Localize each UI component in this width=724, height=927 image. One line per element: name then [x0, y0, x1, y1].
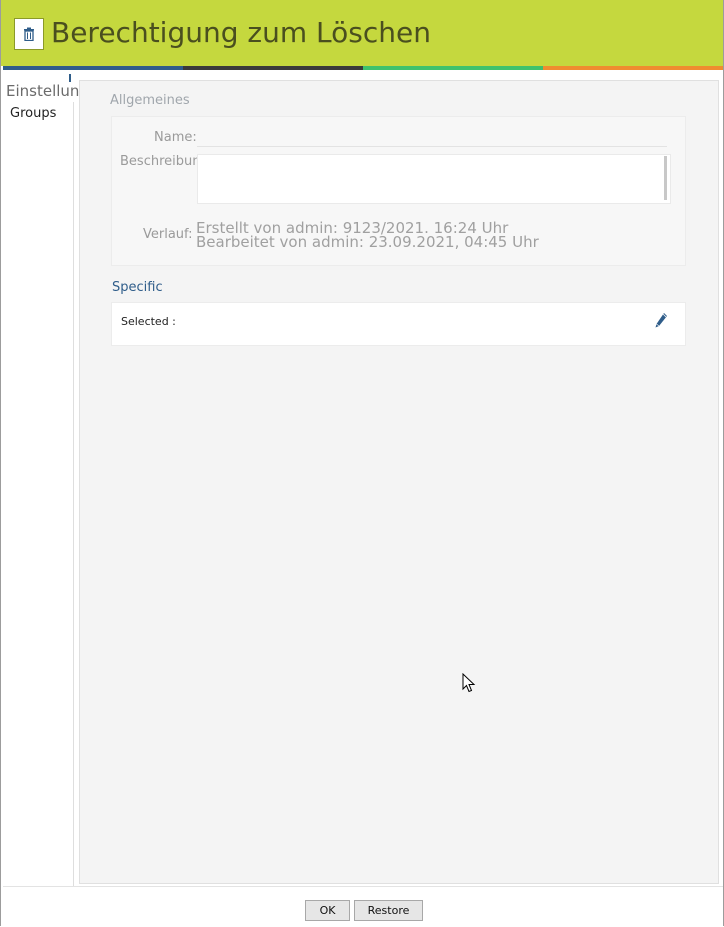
nav-panel	[3, 102, 74, 886]
dialog-header: Berechtigung zum Löschen	[1, 0, 723, 66]
nav-item-groups[interactable]: Groups	[10, 106, 56, 121]
pencil-icon[interactable]	[653, 312, 669, 330]
trash-icon	[14, 18, 44, 50]
dialog-title: Berechtigung zum Löschen	[51, 16, 431, 49]
section-title-specific: Specific	[112, 280, 163, 295]
section-title-general: Allgemeines	[110, 93, 190, 108]
history-edited: Bearbeitet von admin: 23.09.2021, 04:45 …	[196, 233, 539, 251]
permission-dialog: Berechtigung zum Löschen Einstellungen G…	[0, 0, 724, 927]
selected-label: Selected :	[121, 315, 176, 328]
ok-button[interactable]: OK	[305, 900, 350, 921]
restore-button[interactable]: Restore	[354, 900, 423, 921]
history-label: Verlauf:	[143, 227, 193, 242]
name-input[interactable]	[197, 130, 667, 147]
nav-indicator	[69, 74, 71, 82]
name-label: Name:	[154, 130, 197, 145]
mouse-cursor-icon	[462, 672, 476, 693]
description-scrollbar[interactable]	[664, 156, 667, 200]
specific-section	[111, 302, 686, 346]
description-label: Beschreibung	[120, 154, 209, 169]
header-stripe	[3, 66, 723, 70]
description-field[interactable]	[197, 154, 671, 204]
